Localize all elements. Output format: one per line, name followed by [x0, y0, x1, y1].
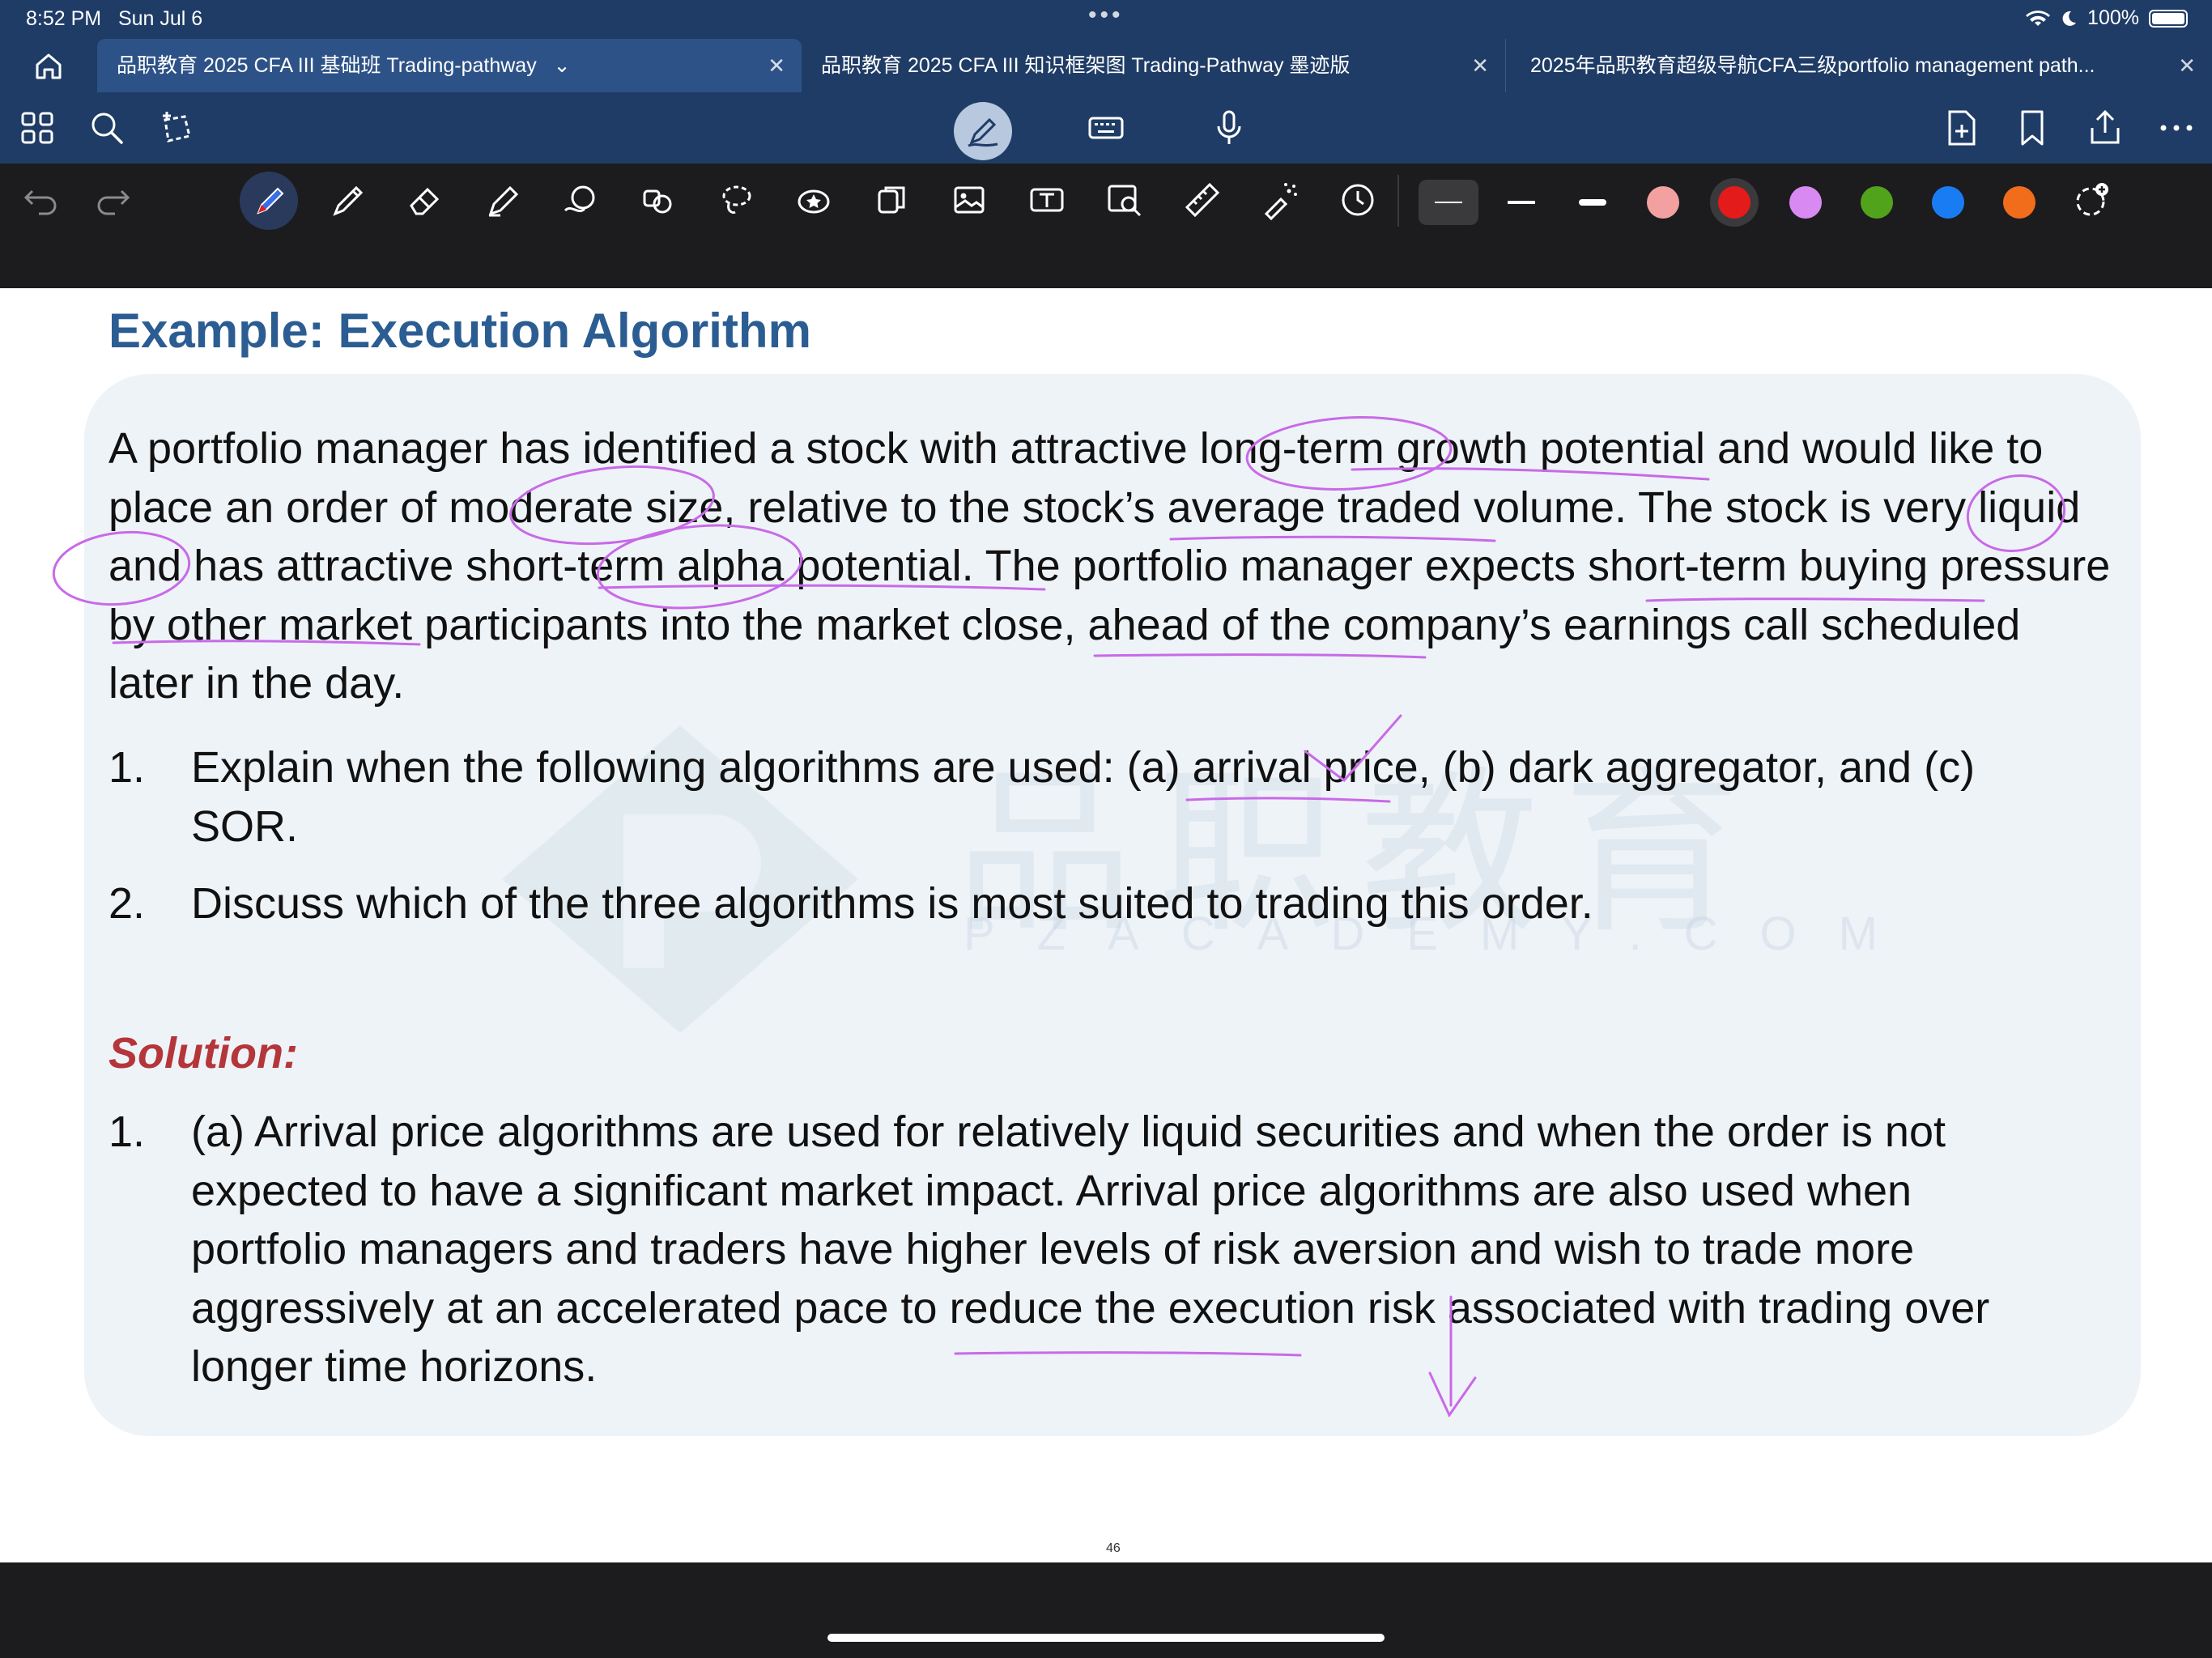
pen-tool-selected[interactable] [240, 172, 298, 230]
pen-mode-icon [968, 117, 998, 147]
home-icon[interactable] [31, 49, 66, 84]
add-color-icon[interactable] [2071, 180, 2112, 220]
share-icon[interactable] [2086, 108, 2125, 147]
tab-navigation[interactable]: 2025年品职教育超级导航CFA三级portfolio management p… [1511, 39, 2212, 92]
pen-mode-button[interactable] [954, 102, 1012, 160]
tab-framework[interactable]: 品职教育 2025 CFA III 知识框架图 Trading-Pathway … [802, 39, 1506, 92]
color-purple-swatch[interactable] [1789, 186, 1822, 219]
sticker-tool-icon[interactable] [793, 180, 834, 220]
canvas-gap [0, 236, 2212, 288]
copy-tool-icon[interactable] [871, 180, 912, 220]
document-page[interactable]: Example: Execution Algorithm 品职教育 PZACAD… [0, 288, 2212, 1562]
close-tab-icon[interactable]: ✕ [1471, 39, 1489, 92]
elements-tool-icon[interactable] [638, 180, 678, 220]
pencil-tool-icon[interactable] [327, 180, 368, 220]
eraser-tool-icon[interactable] [405, 180, 445, 220]
close-tab-icon[interactable]: ✕ [2178, 39, 2196, 92]
color-orange-swatch[interactable] [2003, 186, 2035, 219]
page-number: 46 [1106, 1541, 1121, 1555]
tab-label: 品职教育 2025 CFA III 知识框架图 Trading-Pathway … [821, 54, 1351, 77]
microphone-icon[interactable] [1210, 108, 1249, 147]
document-tab-bar: 品职教育 2025 CFA III 基础班 Trading-pathway ⌄ … [0, 37, 2212, 92]
more-icon[interactable] [2157, 108, 2196, 147]
color-green-swatch[interactable] [1861, 186, 1893, 219]
scenario-paragraph: A portfolio manager has identified a sto… [108, 424, 2111, 708]
laser-pointer-icon[interactable] [1260, 180, 1300, 220]
thickness-medium-button[interactable] [1491, 180, 1551, 225]
toolbar-divider [1397, 175, 1399, 227]
battery-icon [2149, 9, 2188, 28]
status-time: 8:52 PM Sun Jul 6 [26, 7, 203, 30]
highlighter-tool-icon[interactable] [483, 180, 523, 220]
status-date: Sun Jul 6 [117, 7, 203, 30]
text-tool-icon[interactable] [1027, 180, 1067, 220]
home-indicator[interactable] [827, 1634, 1385, 1642]
main-toolbar [0, 92, 2212, 164]
color-blue-swatch[interactable] [1932, 186, 1964, 219]
bookmark-icon[interactable] [2013, 108, 2052, 147]
bottom-area [0, 1562, 2212, 1658]
battery-percent: 100% [2087, 6, 2139, 29]
color-pink-swatch[interactable] [1647, 186, 1679, 219]
tab-trading-pathway[interactable]: 品职教育 2025 CFA III 基础班 Trading-pathway ⌄ … [97, 39, 802, 92]
thickness-thick-button[interactable] [1563, 180, 1623, 225]
lasso-tool-icon[interactable] [716, 180, 756, 220]
multitasking-dots-icon[interactable]: ••• [1088, 2, 1124, 29]
redo-icon[interactable] [92, 180, 133, 220]
keyboard-icon[interactable] [1087, 108, 1125, 147]
undo-icon[interactable] [21, 180, 62, 220]
image-search-tool-icon[interactable] [1104, 180, 1145, 220]
thickness-thin-button[interactable] [1419, 180, 1478, 225]
close-tab-icon[interactable]: ✕ [768, 39, 785, 92]
lasso-select-icon[interactable] [157, 108, 196, 147]
color-red-swatch-selected[interactable] [1710, 178, 1759, 227]
timer-icon[interactable] [1338, 180, 1378, 220]
question-number: 2. [108, 879, 146, 928]
grid-icon[interactable] [18, 108, 57, 147]
app-header: 8:52 PM Sun Jul 6 ••• 100% 品职教育 2025 CFA… [0, 0, 2212, 164]
moon-icon [2062, 11, 2077, 26]
question-text: Explain when the following algorithms ar… [191, 743, 1976, 851]
tab-label: 品职教育 2025 CFA III 基础班 Trading-pathway [117, 54, 537, 77]
add-page-icon[interactable] [1942, 108, 1980, 147]
slide-title: Example: Execution Algorithm [108, 304, 811, 358]
solution-text: (a) Arrival price algorithms are used fo… [191, 1107, 1990, 1391]
solution-label: Solution: [108, 1029, 298, 1078]
question-number: 1. [108, 743, 146, 792]
shape-tool-icon[interactable] [560, 180, 601, 220]
chevron-down-icon[interactable]: ⌄ [554, 54, 571, 77]
ruler-tool-icon[interactable] [1182, 180, 1223, 220]
question-text: Discuss which of the three algorithms is… [191, 879, 1593, 928]
color-red-swatch [1718, 186, 1750, 219]
search-icon[interactable] [87, 108, 126, 147]
solution-number: 1. [108, 1107, 146, 1156]
pen-tool-icon [257, 187, 284, 215]
wifi-icon [2026, 10, 2051, 26]
drawing-toolbar [0, 164, 2212, 238]
status-bar: 8:52 PM Sun Jul 6 ••• 100% [0, 0, 2212, 37]
tab-label: 2025年品职教育超级导航CFA三级portfolio management p… [1530, 54, 2095, 77]
image-tool-icon[interactable] [949, 180, 989, 220]
